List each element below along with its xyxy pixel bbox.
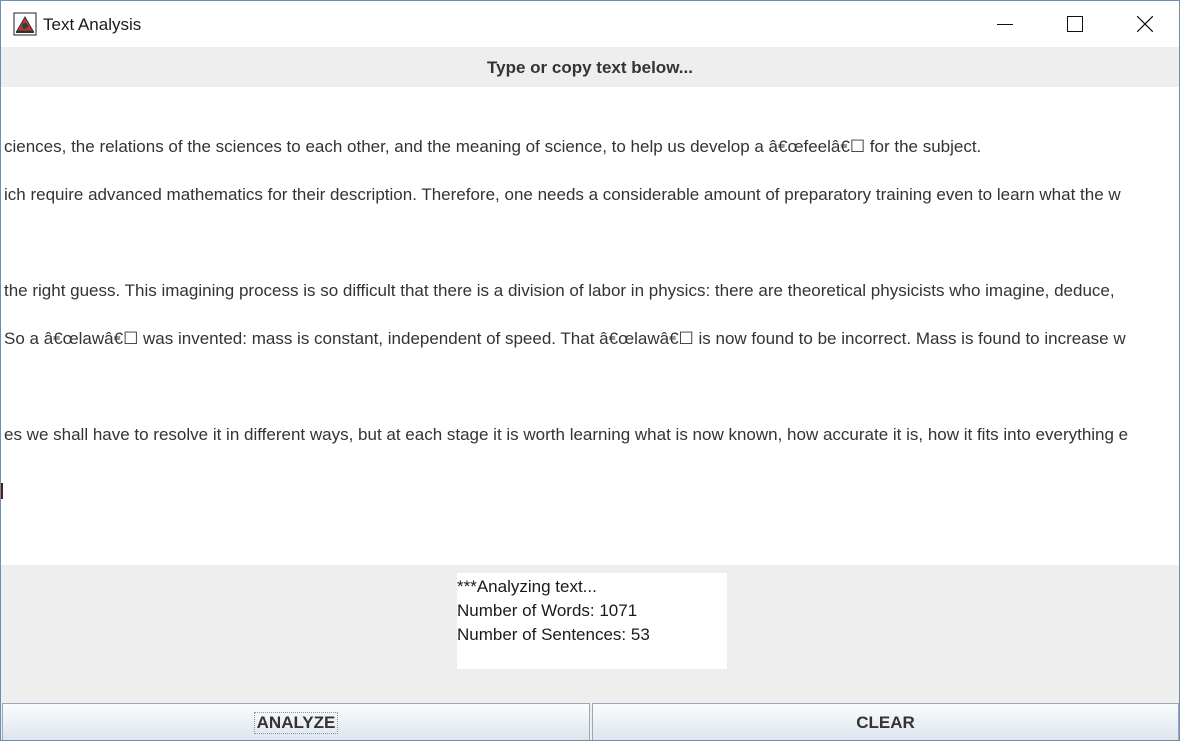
java-app-icon [13, 12, 37, 36]
text-edge-mark [1, 483, 3, 499]
close-button[interactable] [1110, 1, 1179, 47]
word-count: Number of Words: 1071 [457, 601, 638, 620]
status-text: ***Analyzing text... [457, 577, 597, 596]
app-window: Text Analysis Type or copy text below...… [0, 0, 1180, 741]
title-bar[interactable]: Text Analysis [1, 1, 1179, 47]
minimize-icon [997, 24, 1013, 25]
text-line: So a â€œlawâ€☐ was invented: mass is con… [4, 329, 1126, 348]
text-line: es we shall have to resolve it in differ… [4, 425, 1129, 444]
sentence-count: Number of Sentences: 53 [457, 625, 650, 644]
results-panel: ***Analyzing text... Number of Words: 10… [457, 573, 727, 669]
analyze-button[interactable]: ANALYZE [2, 703, 590, 740]
text-input-area[interactable]: ciences, the relations of the sciences t… [1, 87, 1179, 565]
analyze-button-label: ANALYZE [253, 711, 339, 734]
text-line: ich require advanced mathematics for the… [4, 185, 1121, 204]
maximize-button[interactable] [1040, 1, 1110, 47]
instruction-label: Type or copy text below... [1, 47, 1179, 87]
close-icon [1137, 16, 1153, 32]
minimize-button[interactable] [970, 1, 1040, 47]
maximize-icon [1067, 16, 1083, 32]
text-line: ciences, the relations of the sciences t… [4, 137, 982, 156]
clear-button-label: CLEAR [856, 713, 915, 732]
window-title: Text Analysis [43, 15, 142, 34]
text-line: the right guess. This imagining process … [4, 281, 1115, 300]
clear-button[interactable]: CLEAR [592, 703, 1179, 740]
